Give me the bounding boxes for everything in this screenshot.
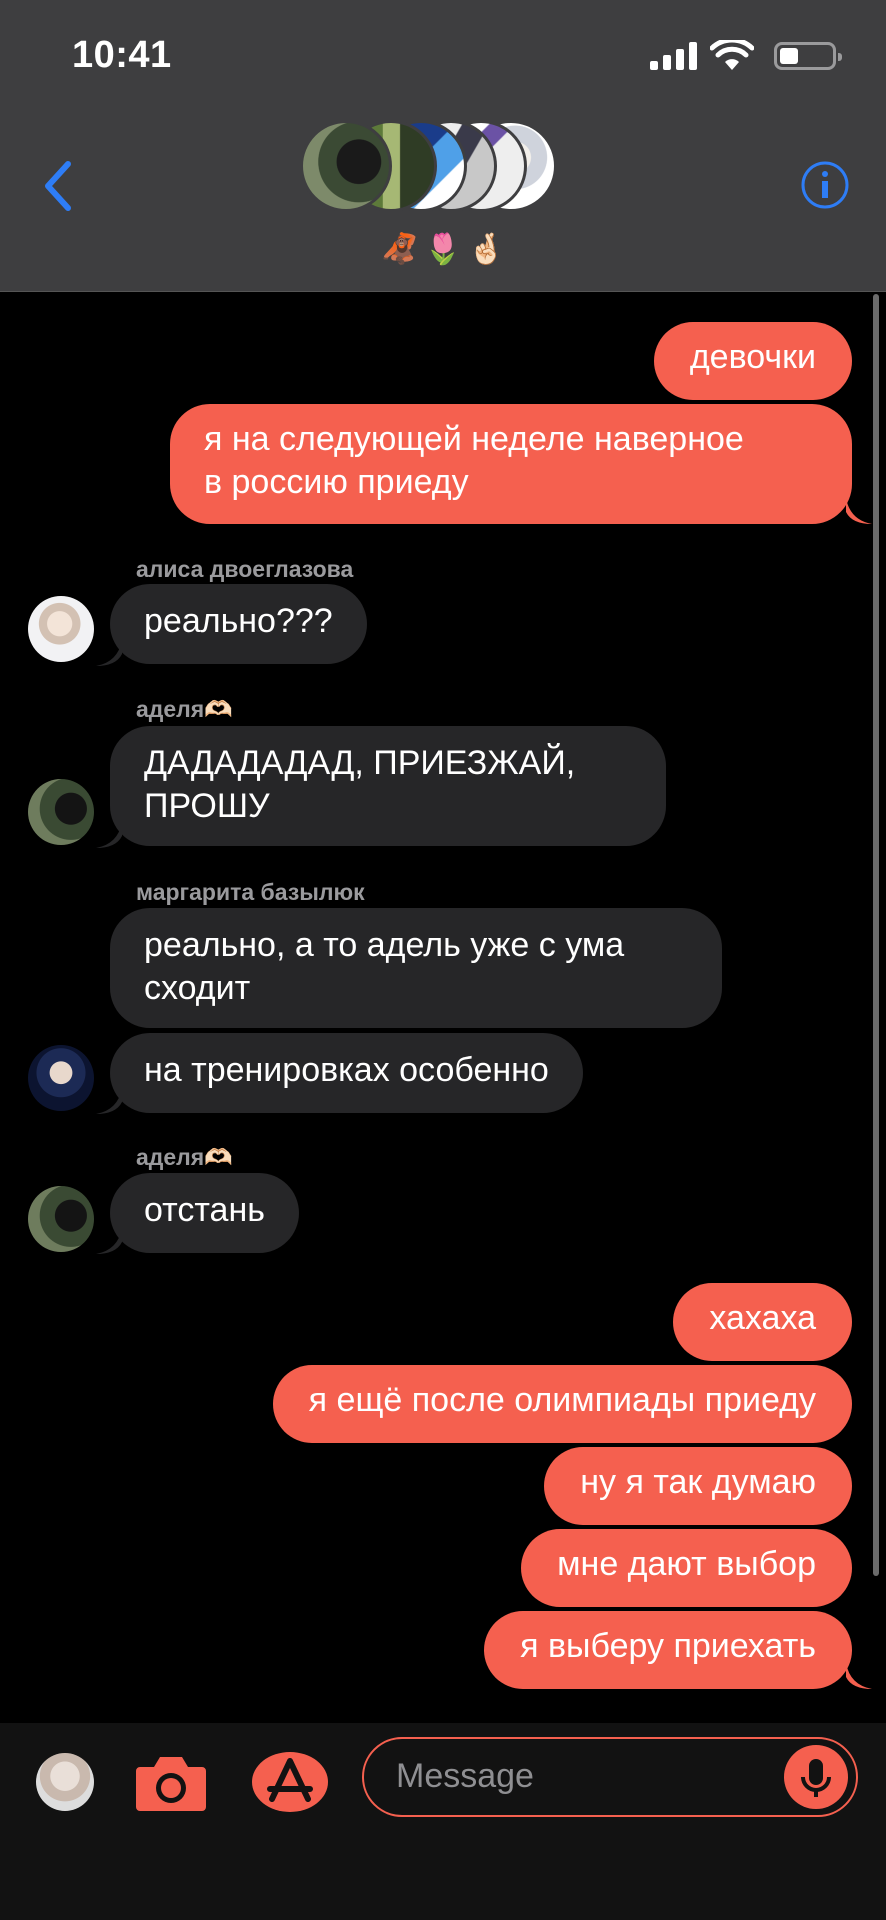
message-placeholder: Message	[396, 1757, 534, 1795]
back-chevron-icon[interactable]	[40, 158, 76, 214]
incoming-message[interactable]: ДАДАДАДАД, ПРИЕЗЖАЙ, ПРОШУ	[110, 726, 666, 846]
app-store-icon[interactable]	[250, 1749, 330, 1815]
scrollbar[interactable]	[873, 294, 879, 1576]
camera-icon[interactable]	[134, 1751, 208, 1813]
bubble-tail	[96, 1228, 122, 1254]
group-name[interactable]: 🦧 🌷 🤞🏻	[0, 232, 886, 267]
message-input[interactable]: Message	[362, 1737, 858, 1817]
composer-bar: Message	[0, 1723, 886, 1920]
bubble-tail	[96, 640, 122, 666]
group-avatars[interactable]	[300, 120, 590, 220]
bubble-tail	[846, 1663, 872, 1689]
cellular-signal-icon	[650, 42, 698, 70]
outgoing-message[interactable]: ну я так думаю	[544, 1447, 852, 1525]
avatar[interactable]	[28, 1045, 94, 1111]
info-icon[interactable]	[800, 160, 850, 210]
battery-icon	[774, 42, 842, 70]
avatar[interactable]	[28, 596, 94, 662]
message-line: я на следующей неделе наверное	[204, 420, 744, 458]
avatar[interactable]	[28, 779, 94, 845]
sender-name: алиса двоеглазова	[136, 556, 354, 582]
bubble-tail	[846, 498, 872, 524]
group-emoji: 🤞🏻	[467, 233, 506, 266]
outgoing-message[interactable]: хахаха	[673, 1283, 852, 1361]
group-emoji: 🦧	[380, 233, 419, 266]
incoming-message[interactable]: отстань	[110, 1173, 299, 1253]
outgoing-message[interactable]: я выберу приехать	[484, 1611, 852, 1689]
sender-name: аделя🫶🏻	[136, 1144, 233, 1170]
avatar[interactable]	[28, 1186, 94, 1252]
microphone-icon[interactable]	[784, 1745, 848, 1809]
outgoing-message[interactable]: мне дают выбор	[521, 1529, 852, 1607]
status-time: 10:41	[72, 34, 172, 76]
incoming-message[interactable]: на тренировках особенно	[110, 1033, 583, 1113]
message-line: ДАДАДАДАД, ПРИЕЗЖАЙ,	[144, 744, 576, 782]
message-line: ПРОШУ	[144, 787, 270, 825]
group-emoji: 🌷	[424, 233, 462, 266]
bubble-tail	[96, 822, 122, 848]
outgoing-message[interactable]: девочки	[653, 322, 852, 400]
message-line: сходит	[144, 969, 251, 1007]
avatar	[300, 120, 392, 212]
sender-name: маргарита базылюк	[136, 879, 365, 905]
message-line: реально, а то адель уже с ума	[144, 926, 625, 964]
my-avatar[interactable]	[36, 1753, 94, 1811]
wifi-icon	[710, 40, 754, 70]
conversation-header: 10:41 🦧 🌷 🤞🏻	[0, 0, 886, 292]
incoming-message[interactable]: реально???	[110, 584, 367, 664]
outgoing-message[interactable]: я ещё после олимпиады приеду	[272, 1365, 852, 1443]
message-line: в россию приеду	[204, 463, 469, 501]
sender-name: аделя🫶🏻	[136, 696, 233, 722]
incoming-message[interactable]: реально, а то адель уже с ума сходит	[110, 908, 722, 1028]
bubble-tail	[96, 1088, 122, 1114]
outgoing-message[interactable]: я на следующей неделе наверное в россию …	[170, 404, 852, 524]
